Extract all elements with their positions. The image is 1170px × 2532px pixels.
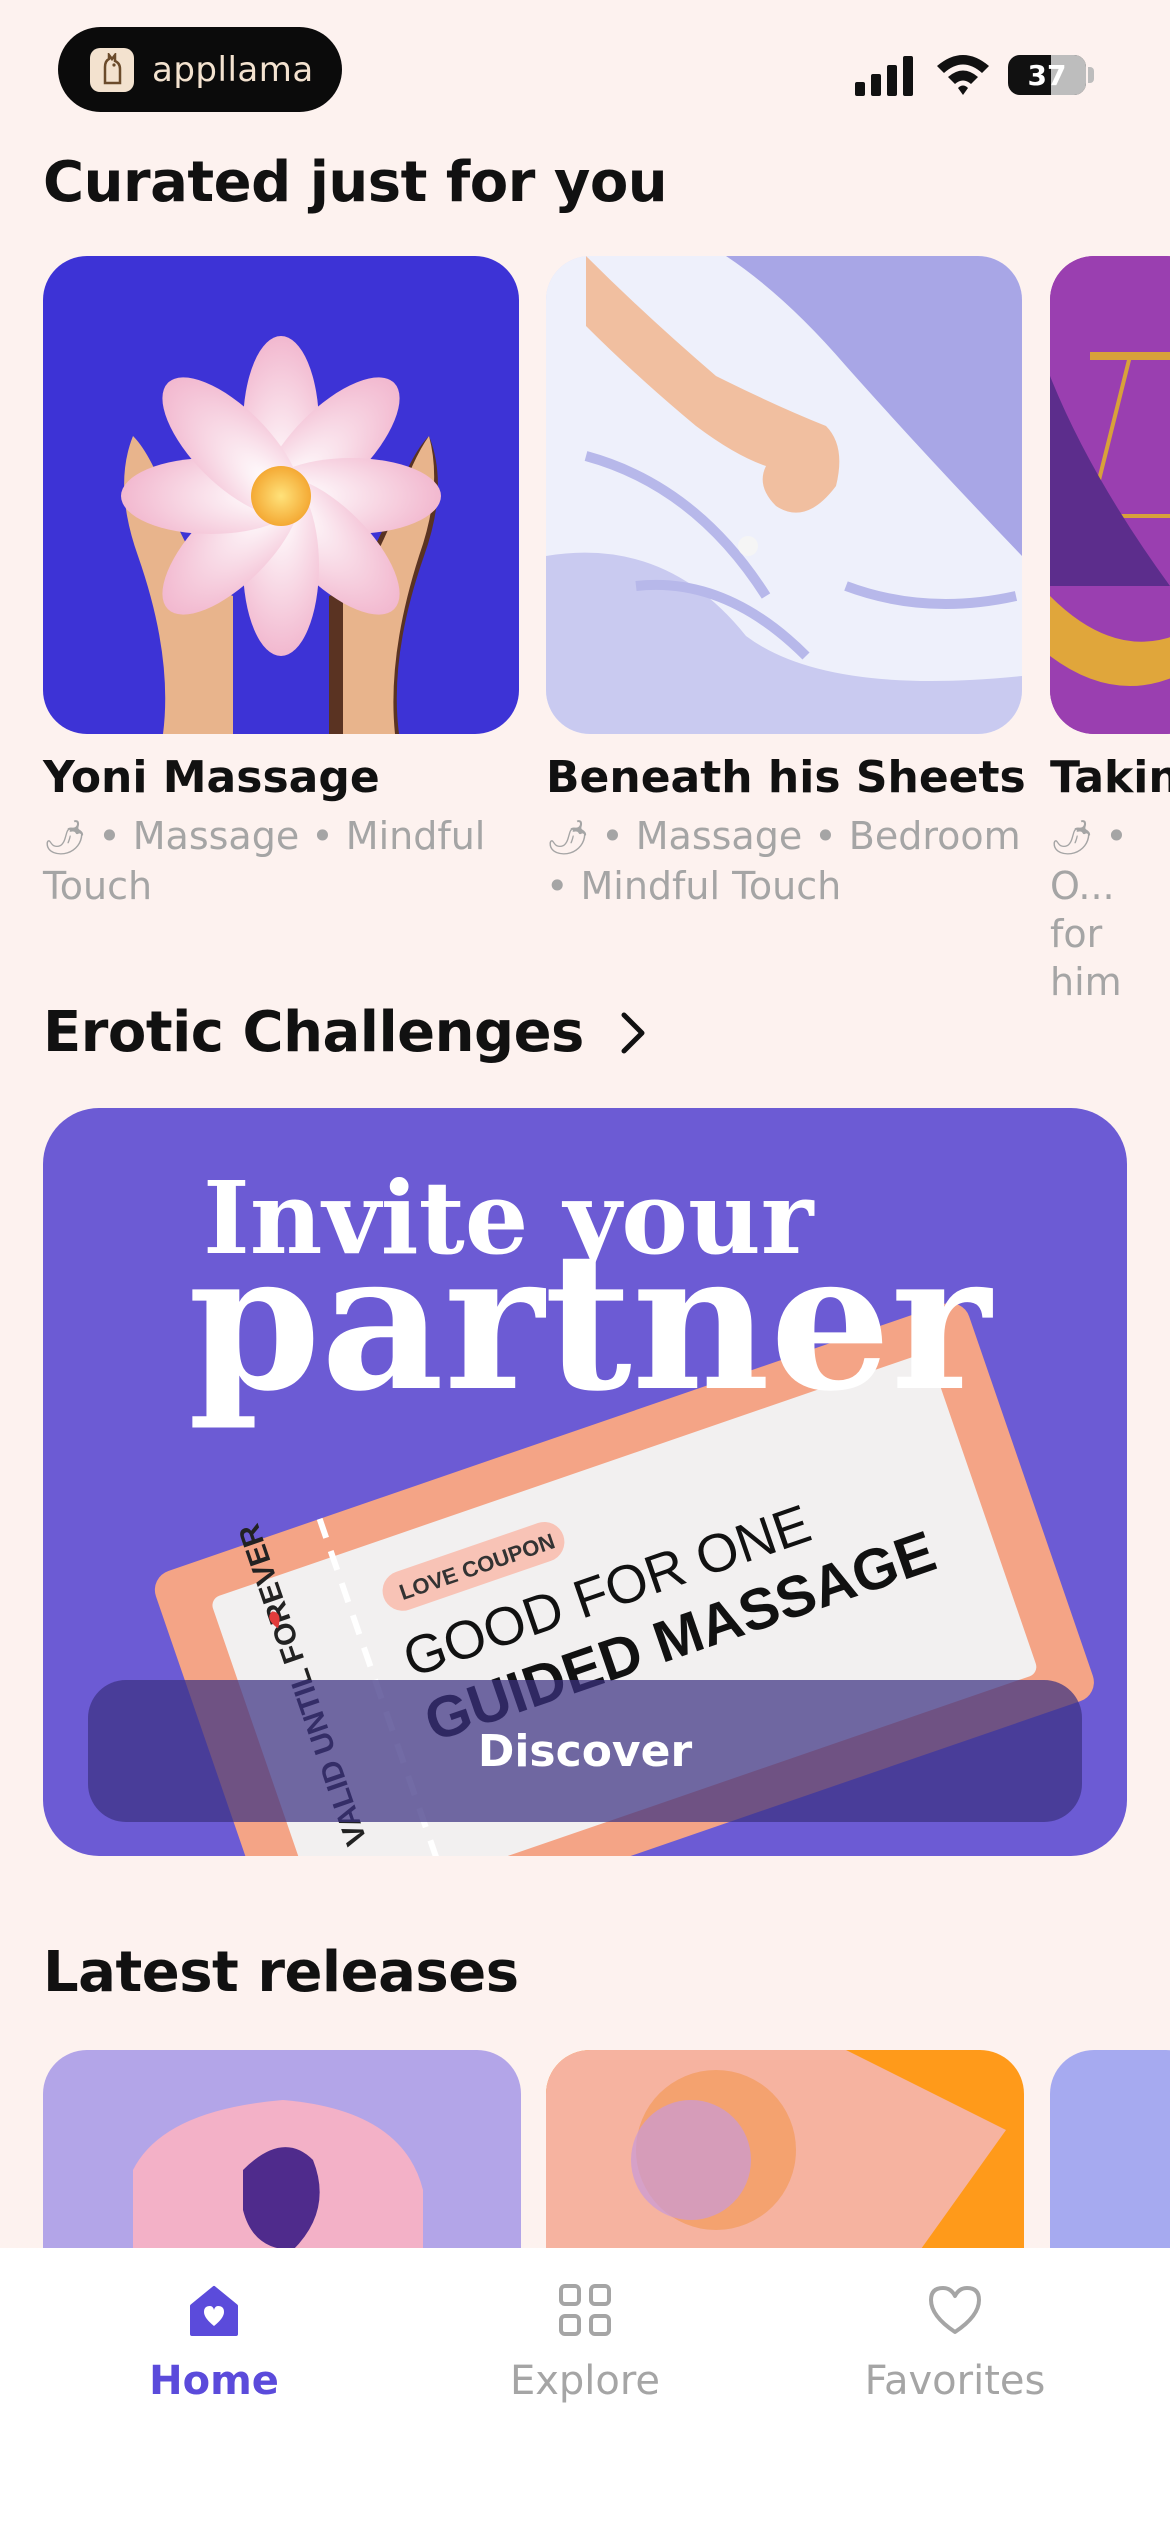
wifi-icon — [937, 55, 989, 95]
hand-sheets-illustration — [546, 256, 1022, 734]
content-card-taking[interactable] — [1050, 256, 1170, 734]
content-card-yoni-massage[interactable] — [43, 256, 519, 734]
latest-section-title: Latest releases — [43, 1940, 519, 2005]
tab-label: Home — [149, 2358, 279, 2404]
lotus-hands-illustration — [121, 336, 441, 734]
card-title: Taking — [1050, 752, 1170, 803]
chili-pepper-icon: 🌶 — [43, 818, 87, 858]
chili-pepper-icon: 🌶 — [546, 818, 590, 858]
content-card-beneath-his-sheets[interactable] — [546, 256, 1022, 734]
scales-illustration — [1050, 256, 1170, 734]
battery-icon: 37 — [1008, 55, 1086, 95]
tab-home[interactable]: Home — [64, 2248, 364, 2428]
tab-favorites[interactable]: Favorites — [805, 2248, 1105, 2428]
discover-button[interactable]: Discover — [88, 1680, 1082, 1822]
grid-icon — [559, 2284, 611, 2336]
card-title: Beneath his Sheets — [546, 752, 1026, 803]
curated-section-title: Curated just for you — [43, 150, 668, 215]
tab-label: Favorites — [864, 2358, 1046, 2404]
card-meta: 🌶 • Massage • Mindful Touch — [43, 814, 486, 908]
tab-bar: Home Explore Favorites — [0, 2248, 1170, 2532]
chevron-right-icon — [621, 1012, 645, 1053]
brand-pill[interactable]: appllama — [58, 27, 342, 112]
brand-name: appllama — [152, 49, 314, 90]
status-bar: appllama 37 — [0, 0, 1170, 140]
card-meta: 🌶 • Massage • Bedroom • Mindful Touch — [546, 814, 1021, 908]
banner-headline-line2: partner — [188, 1210, 994, 1433]
llama-logo-icon — [90, 47, 134, 92]
challenges-section-title[interactable]: Erotic Challenges — [43, 1000, 654, 1065]
heart-icon — [929, 2286, 981, 2334]
tab-label: Explore — [509, 2358, 661, 2404]
home-icon — [190, 2286, 238, 2336]
card-title: Yoni Massage — [43, 752, 380, 803]
tab-explore[interactable]: Explore — [435, 2248, 735, 2428]
cellular-signal-icon — [855, 56, 913, 96]
challenge-banner[interactable]: LOVE COUPON GOOD FOR ONE GUIDED MASSAGE … — [43, 1108, 1127, 1856]
card-meta: 🌶 • O... for him — [1050, 814, 1128, 1004]
battery-level: 37 — [1027, 58, 1067, 92]
chili-pepper-icon: 🌶 — [1050, 818, 1094, 858]
